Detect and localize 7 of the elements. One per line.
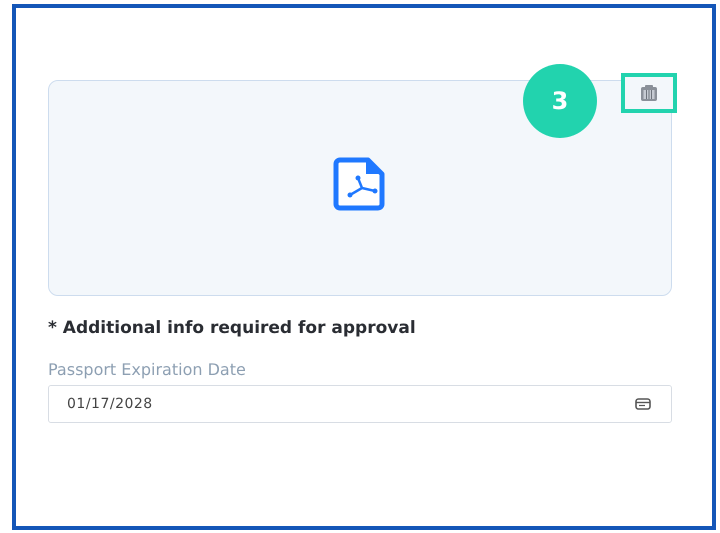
step-number-badge: 3 [523,64,597,138]
calendar-icon[interactable] [635,398,651,410]
delete-button[interactable] [621,73,677,113]
trash-icon[interactable] [639,84,659,102]
required-info-note: * Additional info required for approval [48,318,417,338]
field-label: Passport Expiration Date [48,360,247,379]
date-input-field[interactable]: 01/17/2028 [48,385,672,423]
